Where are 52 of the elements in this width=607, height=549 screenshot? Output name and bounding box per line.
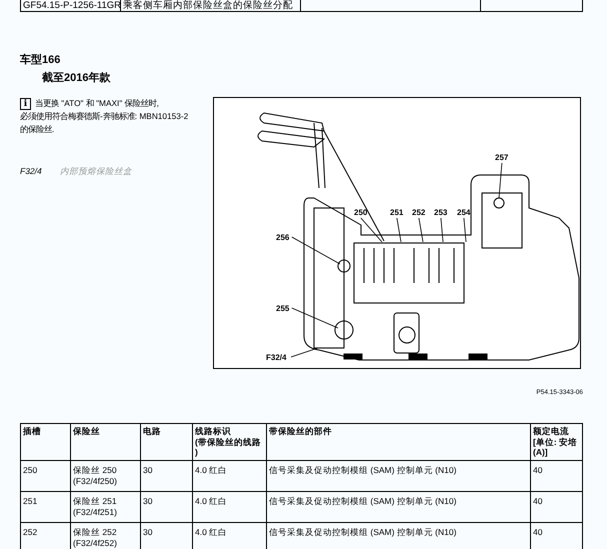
column-header: 额定电流 [单位: 安培 (A)] (530, 424, 582, 460)
table-cell: 保险丝 252 (F32/4f252) (70, 522, 140, 549)
table-cell: 30 (140, 522, 192, 549)
leader-line (464, 218, 466, 242)
callout-label: 250 (354, 208, 368, 217)
callout-label: 257 (495, 153, 508, 162)
component-code: F32/4 (20, 166, 42, 178)
table-cell: 40 (530, 491, 582, 522)
column-header: 保险丝 (70, 424, 140, 460)
callout-label: 256 (276, 233, 290, 242)
leader-line (418, 218, 424, 242)
table-cell: 信号采集及促动控制模组 (SAM) 控制单元 (N10) (266, 522, 530, 549)
leader-line (290, 348, 318, 358)
table-cell: 信号采集及促动控制模组 (SAM) 控制单元 (N10) (266, 460, 530, 491)
column-header: 电路 (140, 424, 192, 460)
callout-label: 253 (434, 208, 448, 217)
table-cell: 乘客侧车厢内部保险丝盒的保险丝分配 (120, 0, 300, 12)
leader-line (396, 218, 402, 242)
table-cell: 保险丝 250 (F32/4f250) (70, 460, 140, 491)
leader-line (360, 218, 382, 242)
table-cell: 250 (20, 460, 70, 491)
leader-line (440, 218, 444, 242)
model-heading: 车型166 (20, 52, 62, 67)
table-cell: 保险丝 251 (F32/4f251) (70, 491, 140, 522)
table-cell: 4.0 红白 (192, 460, 266, 491)
leader-line (498, 162, 502, 198)
note-text: 的保险丝. (20, 124, 54, 134)
callout-label: 251 (390, 208, 404, 217)
model-year-heading: 截至2016年款 (42, 70, 112, 85)
table-cell: 信号采集及促动控制模组 (SAM) 控制单元 (N10) (266, 491, 530, 522)
table-cell: 40 (530, 522, 582, 549)
callout-label: 255 (276, 304, 290, 313)
info-icon: i (20, 98, 31, 110)
table-cell: 4.0 红白 (192, 522, 266, 549)
column-header: 插槽 (20, 424, 70, 460)
table-cell: 252 (20, 522, 70, 549)
table-cell: 30 (140, 460, 192, 491)
note-text: 必须使用符合梅赛德斯-奔驰标准: MBN10153-2 (20, 111, 188, 121)
callout-label: 252 (412, 208, 426, 217)
table-cell: 4.0 红白 (192, 491, 266, 522)
table-cell: 40 (530, 460, 582, 491)
column-header: 线路标识 (带保险丝的线路 ) (192, 424, 266, 460)
callout-label: F32/4 (266, 353, 286, 362)
leader-line (291, 236, 340, 264)
table-cell: GF54.15-P-1256-11GR (20, 0, 120, 12)
leader-line (291, 308, 338, 328)
column-header: 带保险丝的部件 (266, 424, 530, 460)
component-name: 内部预熔保险丝盒 (60, 166, 132, 178)
callout-label: 254 (457, 208, 470, 217)
table-cell: 251 (20, 491, 70, 522)
table-cell: 30 (140, 491, 192, 522)
note-text: 当更换 "ATO" 和 "MAXI" 保险丝时, (35, 98, 159, 108)
